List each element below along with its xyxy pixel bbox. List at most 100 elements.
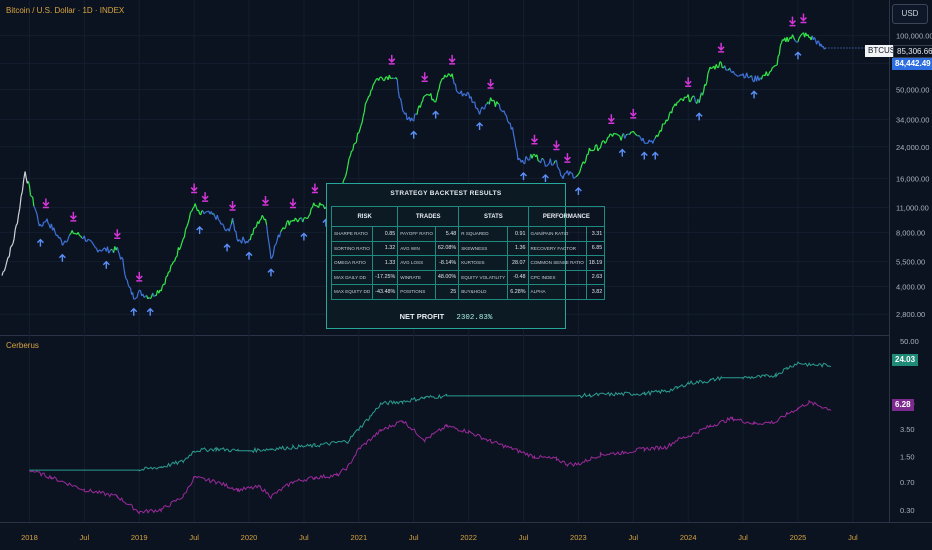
metric-value: 6.85 xyxy=(585,240,606,256)
equity-value-tag: 24.03 xyxy=(892,354,919,366)
price-segment xyxy=(94,247,97,249)
metric-value: 0.85 xyxy=(372,226,399,242)
metric-value: 1.36 xyxy=(507,240,529,256)
price-axis-label: 5,500.00 xyxy=(896,258,925,267)
price-segment xyxy=(775,64,778,67)
metric-label: AVG WIN xyxy=(397,240,436,256)
price-segment xyxy=(672,105,675,108)
price-segment xyxy=(615,133,618,136)
metric-value: 5.48 xyxy=(434,226,460,242)
symbol-title: Bitcoin / U.S. Dollar · 1D · INDEX xyxy=(6,6,125,15)
header-trades: TRADES xyxy=(397,206,460,227)
price-axis-label: 8,000.00 xyxy=(896,228,925,237)
metric-label: OMEGA RATIO xyxy=(330,255,374,271)
price-segment xyxy=(492,99,495,102)
metric-value: 3.82 xyxy=(585,284,606,300)
price-segment xyxy=(748,76,751,79)
metric-value: 25 xyxy=(434,284,460,300)
price-segment xyxy=(270,257,273,260)
header-stats: STATS xyxy=(458,206,529,227)
header-risk: RISK xyxy=(330,206,399,227)
price-segment xyxy=(79,234,82,237)
price-segment xyxy=(143,295,146,299)
results-table: RISK TRADES STATS PERFORMANCE SHARPE RAT… xyxy=(330,206,606,300)
price-segment xyxy=(463,93,466,95)
price-segment xyxy=(353,142,356,145)
price-segment xyxy=(424,94,427,97)
price-segment xyxy=(734,73,737,76)
price-segment xyxy=(773,65,776,68)
price-segment xyxy=(645,142,648,145)
metric-value: 62.08% xyxy=(434,240,460,256)
backtest-results-box: STRATEGY BACKTEST RESULTS RISK TRADES ST… xyxy=(326,183,606,329)
metric-label: RECOVERY FACTOR xyxy=(527,240,587,256)
price-segment xyxy=(767,74,770,77)
time-axis-label: 2025 xyxy=(790,533,807,542)
price-segment xyxy=(537,160,540,162)
net-profit: NET PROFIT 2302.83% xyxy=(327,312,565,322)
metric-label: SHARPE RATIO xyxy=(330,226,374,242)
price-axis-label: 11,000.00 xyxy=(896,204,929,213)
time-axis-label: Jul xyxy=(848,533,858,542)
header-performance: PERFORMANCE xyxy=(527,206,606,227)
time-axis-label: Jul xyxy=(738,533,748,542)
metric-label: COMMON SENSE RATIO xyxy=(527,255,587,271)
price-segment xyxy=(590,149,593,152)
time-axis-label: Jul xyxy=(80,533,90,542)
price-segment xyxy=(175,255,178,258)
price-segment xyxy=(717,66,719,69)
time-axis-label: Jul xyxy=(299,533,309,542)
price-segment xyxy=(573,177,575,179)
indicator-axis-label: 0.70 xyxy=(900,478,915,487)
price-segment xyxy=(592,149,595,152)
price-segment xyxy=(635,133,638,136)
metric-value: 2.63 xyxy=(585,269,606,285)
benchmark-value-tag: 6.28 xyxy=(892,399,914,411)
currency-button[interactable]: USD xyxy=(892,4,928,24)
price-segment xyxy=(100,249,104,252)
price-segment xyxy=(772,66,774,69)
metric-value: 1.33 xyxy=(372,255,399,271)
net-profit-label: NET PROFIT xyxy=(399,312,445,321)
price-segment xyxy=(354,141,357,144)
metric-label: GAIN/PAIN RATIO xyxy=(527,226,587,242)
results-row: SORTINO RATIO 1.32 AVG WIN 62.08% SKEWNE… xyxy=(330,240,606,256)
price-segment xyxy=(392,77,395,80)
indicator-axis-label: 3.50 xyxy=(900,425,915,434)
price-segment xyxy=(618,134,621,137)
metric-label: POSITIONS xyxy=(397,284,436,300)
price-segment xyxy=(218,219,221,222)
price-segment xyxy=(134,297,137,300)
metric-label: KURTOSIS xyxy=(458,255,509,271)
price-segment xyxy=(254,226,257,229)
metric-label: BUY&HOLD xyxy=(458,284,509,300)
last-price-tag: 85,306.66 xyxy=(893,45,932,58)
price-segment xyxy=(528,159,530,161)
time-axis-label: 2022 xyxy=(460,533,477,542)
metric-label: R SQUARED xyxy=(458,226,509,242)
time-axis-label: Jul xyxy=(409,533,419,542)
price-segment xyxy=(518,157,521,160)
metric-value: 1.32 xyxy=(372,240,399,256)
price-segment xyxy=(7,256,10,258)
price-segment xyxy=(445,75,448,78)
metric-label: CPC INDEX xyxy=(527,269,587,285)
price-segment xyxy=(574,176,577,179)
price-axis-label: 24,000.00 xyxy=(896,143,929,152)
indicator-axis-label: 1.50 xyxy=(900,453,915,462)
price-segment xyxy=(173,260,175,263)
results-title: STRATEGY BACKTEST RESULTS xyxy=(390,190,502,197)
price-segment xyxy=(65,240,68,243)
indicator-axis-label: 0.30 xyxy=(900,506,915,515)
price-segment xyxy=(69,233,72,236)
metric-value: -8.14% xyxy=(434,255,460,271)
price-segment xyxy=(315,204,318,207)
results-row: SHARPE RATIO 0.85 PAYOFF RATIO 5.48 R SQ… xyxy=(330,226,606,242)
price-segment xyxy=(204,211,207,214)
price-segment xyxy=(680,98,683,100)
time-axis-label: Jul xyxy=(189,533,199,542)
metric-label: ALPHA xyxy=(527,284,587,300)
net-profit-value: 2302.83% xyxy=(456,314,493,322)
metric-label: PAYOFF RATIO xyxy=(397,226,436,242)
time-axis-label: 2023 xyxy=(570,533,587,542)
